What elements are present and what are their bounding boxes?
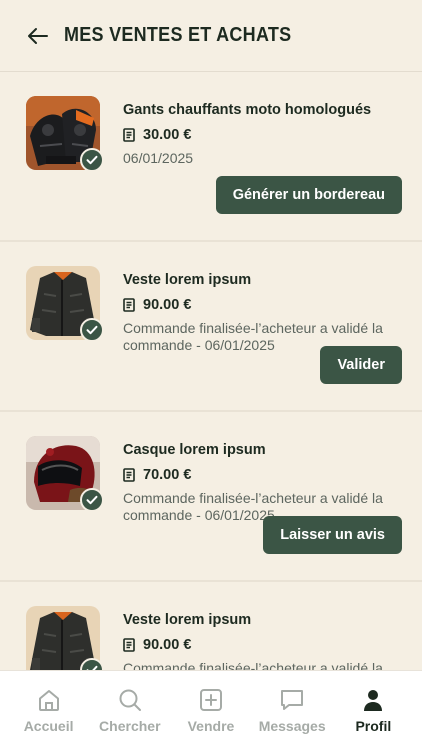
bottom-nav: Accueil Chercher Vendre Messages Profil: [0, 670, 422, 750]
item-info: Casque lorem ipsum 70.00 € Commande fina…: [123, 440, 402, 524]
validate-button[interactable]: Valider: [320, 346, 402, 384]
nav-item-profil[interactable]: Profil: [333, 671, 413, 750]
receipt-icon: [123, 468, 135, 482]
verified-check-icon: [80, 488, 104, 512]
leave-review-button[interactable]: Laisser un avis: [263, 516, 402, 554]
profile-icon: [364, 690, 383, 711]
verified-check-icon: [80, 318, 104, 342]
arrow-left-icon: [28, 27, 48, 44]
receipt-icon: [123, 298, 135, 312]
item-info: Gants chauffants moto homologués 30.00 €…: [123, 100, 402, 167]
item-name: Casque lorem ipsum: [123, 442, 266, 458]
item-info: Veste lorem ipsum 90.00 € Commande final…: [123, 270, 402, 354]
item-price: 90.00 €: [143, 297, 192, 313]
receipt-icon: [123, 128, 135, 142]
nav-item-chercher[interactable]: Chercher: [90, 671, 170, 750]
transactions-list: Gants chauffants moto homologués 30.00 €…: [0, 72, 422, 750]
item-status: 06/01/2025: [123, 150, 194, 166]
price-row: 90.00 €: [123, 296, 402, 314]
back-button[interactable]: [26, 24, 50, 48]
nav-item-vendre[interactable]: Vendre: [171, 671, 251, 750]
message-icon: [281, 690, 304, 710]
plus-square-icon: [199, 689, 222, 711]
home-icon: [38, 690, 59, 711]
item-name: Veste lorem ipsum: [123, 612, 252, 628]
transaction-card[interactable]: Veste lorem ipsum 90.00 € Commande final…: [0, 242, 422, 412]
nav-label: Chercher: [99, 718, 161, 734]
nav-label: Accueil: [23, 718, 74, 734]
price-row: 90.00 €: [123, 636, 402, 654]
app: MES VENTES ET ACHATS Gants chauffants mo…: [0, 0, 422, 750]
nav-label: Messages: [258, 718, 326, 734]
transaction-card[interactable]: Casque lorem ipsum 70.00 € Commande fina…: [0, 412, 422, 582]
verified-check-icon: [80, 148, 104, 172]
receipt-icon: [123, 638, 135, 652]
nav-item-accueil[interactable]: Accueil: [9, 671, 89, 750]
price-row: 30.00 €: [123, 126, 402, 144]
item-name: Veste lorem ipsum: [123, 272, 252, 288]
item-price: 70.00 €: [143, 467, 192, 483]
price-row: 70.00 €: [123, 466, 402, 484]
search-icon: [119, 689, 141, 711]
top-bar: MES VENTES ET ACHATS: [0, 0, 422, 72]
nav-label: Profil: [355, 718, 392, 734]
page-title: MES VENTES ET ACHATS: [64, 24, 292, 46]
nav-item-messages[interactable]: Messages: [252, 671, 332, 750]
item-price: 30.00 €: [143, 127, 192, 143]
transaction-card[interactable]: Gants chauffants moto homologués 30.00 €…: [0, 72, 422, 242]
item-price: 90.00 €: [143, 637, 192, 653]
generate-label-button[interactable]: Générer un bordereau: [215, 176, 402, 214]
nav-label: Vendre: [187, 718, 235, 734]
item-name: Gants chauffants moto homologués: [123, 102, 372, 118]
